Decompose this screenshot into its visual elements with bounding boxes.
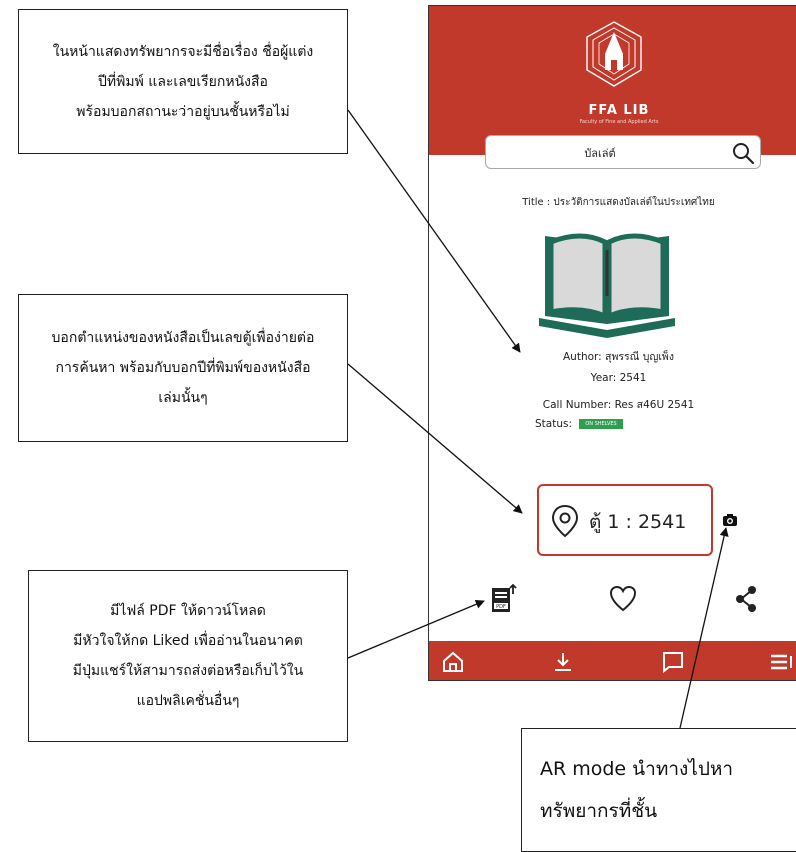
book-call-number: Call Number: Res ส46U 2541 [542,399,695,411]
header-bar: FFA LIB Faculty of Fine and Applied Arts [429,6,796,155]
callout-line: มีหัวใจให้กด Liked เพื่ออ่านในอนาคต [73,633,303,649]
book-icon [539,233,675,338]
pdf-download-icon[interactable]: PDF [489,584,517,614]
camera-icon[interactable] [722,513,738,527]
status-label: Status: [535,418,572,430]
brand-subtitle: Faculty of Fine and Applied Arts [579,119,659,125]
callout-line: เล่มนั้นๆ [158,390,208,406]
callout-line: พร้อมบอกสถานะว่าอยู่บนชั้นหรือไม่ [76,103,290,120]
book-title: Title : ประวัติการแสดงบัลเล่ต์ในประเทศไท… [522,197,715,208]
callout-line: แอปพลิเคชั่นอื่นๆ [136,693,240,709]
callout-resource-info: ในหน้าแสดงทรัพยากรจะมีชื่อเรื่อง ชื่อผู้… [18,9,348,154]
callout-location: บอกตำแหน่งของหนังสือเป็นเลขตู้เพื่อง่ายต… [18,294,348,442]
svg-text:PDF: PDF [496,604,506,610]
menu-icon[interactable] [769,650,793,674]
callout-line: บอกตำแหน่งของหนังสือเป็นเลขตู้เพื่อง่ายต… [51,330,315,346]
callout-line: ทรัพยากรที่ชั้น [540,800,658,822]
callout-actions: มีไฟล์ PDF ให้ดาวน์โหลด มีหัวใจให้กด Lik… [28,570,348,742]
download-icon[interactable] [551,650,575,674]
callout-line: ในหน้าแสดงทรัพยากรจะมีชื่อเรื่อง ชื่อผู้… [52,43,314,60]
bottom-nav [429,641,796,680]
faculty-logo-icon [586,21,642,87]
callout-line: การค้นหา พร้อมกับบอกปีที่พิมพ์ของหนังสือ [55,360,311,376]
search-bar[interactable]: บัลเล่ต์ [485,135,761,169]
brand-name: FFA LIB [588,103,650,118]
app-screen: FFA LIB Faculty of Fine and Applied Arts… [428,5,796,681]
callout-line: ปีที่พิมพ์ และเลขเรียกหนังสือ [98,73,268,90]
callout-line: AR mode นำทางไปหา [540,758,734,780]
status-badge: ON SHELVES [579,419,623,429]
location-pin-icon [551,504,579,538]
chat-icon[interactable] [661,650,685,674]
share-icon[interactable] [733,584,761,614]
book-author: Author: สุพรรณี บุญเพ็ง [563,351,674,363]
search-value[interactable]: บัลเล่ต์ [486,144,714,162]
shelf-location-box: ตู้ 1 : 2541 [537,484,713,556]
heart-icon[interactable] [609,584,637,614]
callout-line: มีปุ่มแชร์ให้สามารถส่งต่อหรือเก็บไว้ใน [72,663,304,679]
home-icon[interactable] [441,650,465,674]
book-year: Year: 2541 [590,372,647,384]
callout-line: มีไฟล์ PDF ให้ดาวน์โหลด [110,603,266,619]
search-icon[interactable] [731,141,755,165]
callout-ar-mode: AR mode นำทางไปหา ทรัพยากรที่ชั้น [521,728,796,852]
shelf-location-text: ตู้ 1 : 2541 [589,511,687,533]
book-status: Status: ON SHELVES [535,418,623,430]
